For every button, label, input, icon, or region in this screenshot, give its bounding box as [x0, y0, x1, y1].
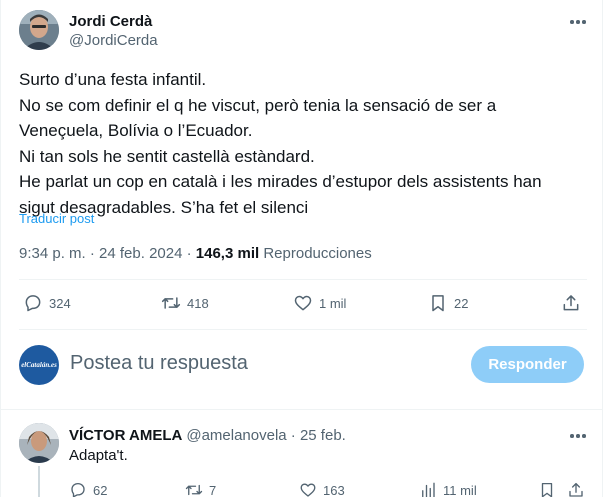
- post-text-line: No se com definir el q he viscut, però t…: [19, 95, 497, 115]
- reply-count: 324: [49, 295, 71, 311]
- reply-author: VÍCTOR AMELA @amelanovela · 25 feb.: [69, 427, 346, 444]
- post-metadata: 9:34 p. m. · 24 feb. 2024 · 146,3 mil Re…: [19, 245, 372, 262]
- bookmark-icon: [541, 482, 553, 497]
- repost-count: 418: [187, 295, 209, 311]
- share-button[interactable]: [561, 293, 587, 313]
- reply-share-button[interactable]: [567, 481, 591, 497]
- post-text-line: Veneçuela, Bolívia o l’Ecuador.: [19, 121, 253, 140]
- more-options-icon[interactable]: [567, 12, 589, 32]
- divider: [1, 409, 603, 410]
- repost-icon: [161, 297, 181, 309]
- reply-button[interactable]: 324: [23, 293, 71, 313]
- heart-icon: [294, 295, 312, 311]
- bookmark-icon: [432, 295, 444, 312]
- divider: [19, 329, 587, 330]
- current-user-avatar-text: elCatalán.es: [21, 361, 57, 369]
- translate-post-link[interactable]: Traducir post: [19, 211, 94, 226]
- author-name[interactable]: Jordi Cerdà: [69, 13, 152, 30]
- repost-button[interactable]: 418: [161, 293, 209, 313]
- thread-connector: [38, 466, 40, 497]
- post-detail-view: Jordi Cerdà @JordiCerda Surto d’una fest…: [0, 0, 603, 497]
- reply-repost-button[interactable]: 7: [185, 481, 216, 497]
- current-user-avatar[interactable]: elCatalán.es: [19, 345, 59, 385]
- view-count-label: Reproducciones: [259, 245, 372, 262]
- reply-author-avatar[interactable]: [19, 423, 59, 463]
- reply-reply-count: 62: [93, 482, 108, 497]
- reply-author-handle[interactable]: @amelanovela · 25 feb.: [186, 427, 346, 444]
- reply-icon: [71, 482, 85, 497]
- post-text: Surto d’una festa infantil. No se com de…: [19, 67, 589, 220]
- reply-bookmark-button[interactable]: [538, 481, 562, 497]
- author-handle[interactable]: @JordiCerda: [69, 32, 158, 49]
- reply-icon: [25, 295, 41, 312]
- reply-repost-count: 7: [209, 482, 217, 497]
- reply-input[interactable]: Postea tu respuesta: [70, 352, 248, 375]
- reply-view-count: 11 mil: [443, 482, 477, 497]
- like-count: 1 mil: [319, 295, 347, 311]
- bookmark-count: 22: [454, 295, 469, 311]
- author-avatar[interactable]: [19, 10, 59, 50]
- repost-icon: [185, 484, 203, 496]
- post-text-line: He parlat un cop en català i les mirades…: [19, 172, 542, 191]
- divider: [19, 279, 587, 280]
- reply-like-button[interactable]: 163: [299, 481, 345, 497]
- reply-more-options-icon[interactable]: [567, 426, 589, 446]
- reply-text: Adapta't.: [69, 447, 128, 464]
- like-button[interactable]: 1 mil: [293, 293, 346, 313]
- share-icon: [569, 482, 583, 497]
- post-timestamp[interactable]: 9:34 p. m. · 24 feb. 2024 ·: [19, 245, 196, 262]
- heart-icon: [300, 483, 316, 497]
- post-text-line: sigut desagradables. S’ha fet el silenci: [19, 197, 309, 217]
- bookmark-button[interactable]: 22: [428, 293, 468, 313]
- post-text-line: Ni tan sols he sentit castellà estàndard…: [19, 146, 315, 166]
- reply-views-button[interactable]: 11 mil: [419, 481, 477, 497]
- reply-reply-button[interactable]: 62: [69, 481, 107, 497]
- post-text-line: Surto d’una festa infantil.: [19, 70, 207, 89]
- share-icon: [563, 295, 579, 311]
- view-count: 146,3 mil: [195, 245, 260, 262]
- reply-author-name[interactable]: VÍCTOR AMELA: [69, 427, 182, 444]
- analytics-icon: [422, 482, 435, 497]
- reply-submit-button[interactable]: Responder: [471, 346, 584, 383]
- reply-like-count: 163: [323, 482, 345, 497]
